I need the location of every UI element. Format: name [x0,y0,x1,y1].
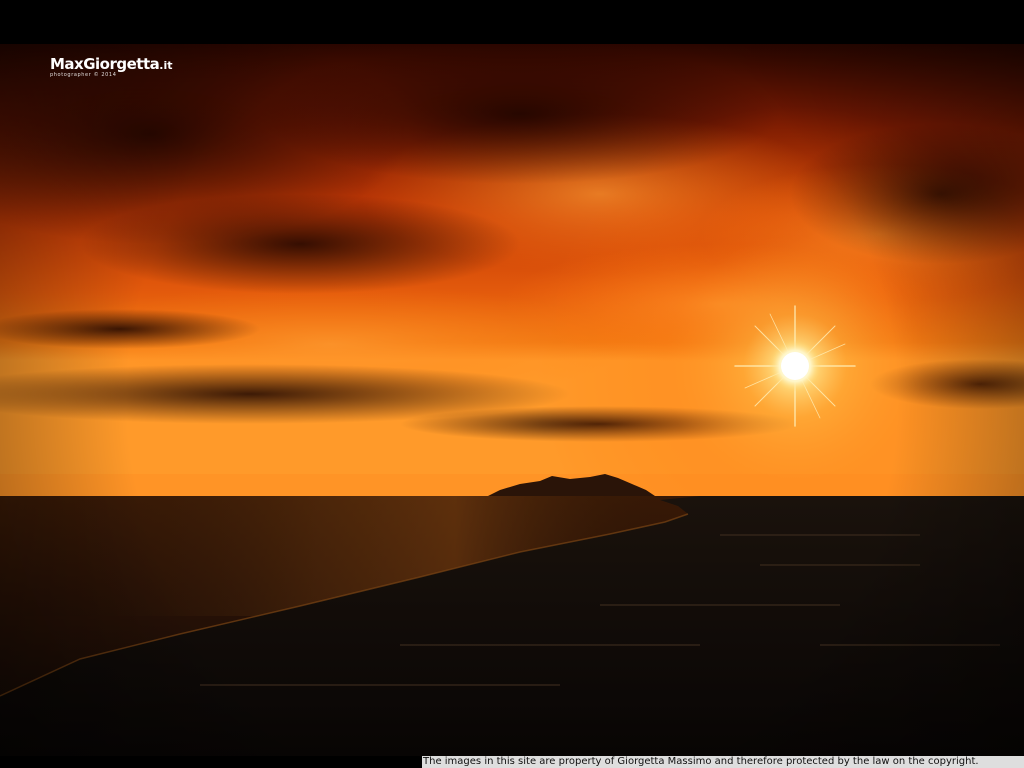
viewer-frame: MaxGiorgetta.it photographer © 2014 The … [0,0,1024,768]
sunset-photo-image [0,44,1024,756]
photographer-logo: MaxGiorgetta.it photographer © 2014 [50,56,172,78]
copyright-notice: The images in this site are property of … [422,756,1024,768]
sunset-photo [0,44,1024,756]
logo-subtitle: photographer © 2014 [50,72,117,78]
logo-brand: MaxGiorgetta.it [50,55,173,73]
